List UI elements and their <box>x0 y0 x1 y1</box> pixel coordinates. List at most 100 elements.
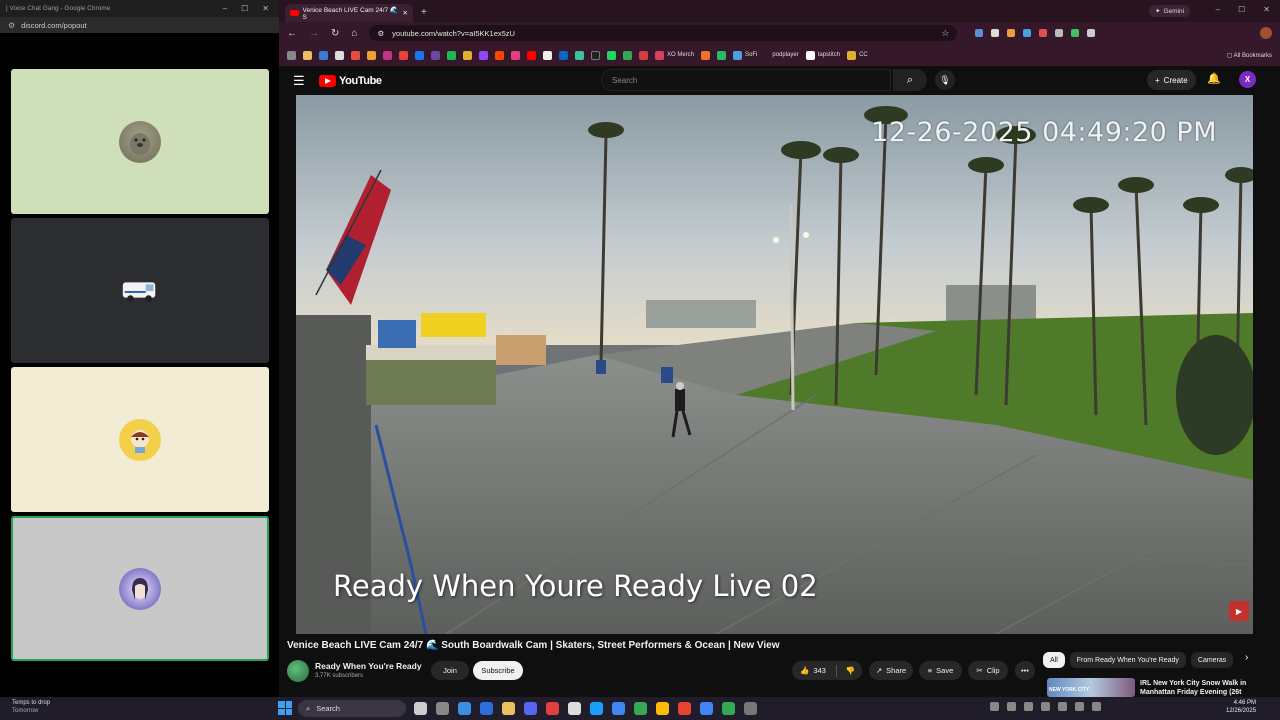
hamburger-menu-icon[interactable]: ☰ <box>293 73 315 89</box>
bookmark-icon[interactable] <box>717 50 727 60</box>
bookmark-icon[interactable] <box>495 50 504 60</box>
back-icon[interactable]: ← <box>287 28 297 39</box>
save-button[interactable]: ≡ Save <box>919 661 962 680</box>
chip-all[interactable]: All <box>1043 652 1065 668</box>
extension-icon[interactable] <box>1039 29 1048 37</box>
bookmark-icon[interactable] <box>511 50 520 60</box>
chrome-icon[interactable] <box>656 702 669 715</box>
volume-icon[interactable] <box>1075 702 1084 711</box>
recommended-video[interactable]: NEW YORK CITY IRL New York City Snow Wal… <box>1047 678 1269 697</box>
store-icon[interactable] <box>480 702 493 715</box>
chrome-icon[interactable] <box>722 702 735 715</box>
site-info-icon[interactable]: ⚙ <box>377 29 384 38</box>
chevron-up-icon[interactable] <box>990 702 999 711</box>
weather-widget[interactable]: Temps to drop Tomorrow <box>12 699 50 715</box>
join-button[interactable]: Join <box>431 661 469 680</box>
bookmark-icon[interactable] <box>607 50 616 60</box>
bookmark-icon[interactable] <box>367 50 376 60</box>
chrome-icon[interactable] <box>678 702 691 715</box>
edge-icon[interactable] <box>458 702 471 715</box>
recommended-thumbnail[interactable]: NEW YORK CITY <box>1047 678 1135 697</box>
home-icon[interactable]: ⌂ <box>351 28 357 39</box>
extension-icon[interactable] <box>1071 29 1080 37</box>
chip-cameras[interactable]: Cameras <box>1190 652 1234 668</box>
voice-tile[interactable] <box>11 218 269 363</box>
maximize-icon[interactable]: ☐ <box>1238 5 1245 14</box>
close-icon[interactable]: ✕ <box>1263 5 1270 14</box>
search-button[interactable]: ⌕ <box>893 69 927 91</box>
thumbs-down-icon[interactable]: 👎 <box>846 666 855 675</box>
chrome-icon[interactable] <box>634 702 647 715</box>
bookmark-icon[interactable] <box>559 50 568 60</box>
minimize-icon[interactable]: – <box>1216 5 1220 14</box>
folder-icon[interactable] <box>303 50 312 60</box>
battery-icon[interactable] <box>1092 702 1101 711</box>
bookmark-icon[interactable] <box>399 50 408 60</box>
taskbar-clock[interactable]: 4:46 PM 12/26/2025 <box>1226 699 1256 715</box>
voice-tile[interactable] <box>11 367 269 512</box>
video-player[interactable]: 12-26-2025 04:49:20 PM Ready When Youre … <box>296 95 1253 634</box>
tab-close-icon[interactable]: ✕ <box>403 9 408 17</box>
channel-watermark-icon[interactable]: ▶ <box>1229 601 1249 621</box>
close-icon[interactable]: ✕ <box>262 4 269 13</box>
bookmark-tapstitch[interactable]: tapstitch <box>805 50 840 60</box>
tray-icon[interactable] <box>1024 702 1033 711</box>
account-avatar[interactable]: X <box>1239 71 1256 88</box>
bookmark-icon[interactable] <box>383 50 392 60</box>
taskbar-search[interactable]: ⌕ Search <box>298 700 406 717</box>
extension-icon[interactable] <box>1055 29 1064 37</box>
channel-avatar[interactable] <box>287 660 309 682</box>
wifi-icon[interactable] <box>1058 702 1067 711</box>
notifications-bell-icon[interactable]: 🔔 <box>1207 72 1221 85</box>
extension-icon[interactable] <box>991 29 1000 37</box>
chrome-icon[interactable] <box>612 702 625 715</box>
forward-icon[interactable]: → <box>309 28 319 39</box>
bookmark-icon[interactable] <box>575 50 584 60</box>
more-actions-button[interactable]: ••• <box>1015 661 1035 680</box>
widgets-icon[interactable] <box>436 702 449 715</box>
address-bar[interactable]: ⚙ youtube.com/watch?v=aI5KK1ex5zU ☆ <box>369 25 958 41</box>
create-button[interactable]: + Create <box>1147 70 1196 90</box>
tray-icon[interactable] <box>1007 702 1016 711</box>
bookmark-icon[interactable] <box>351 50 360 60</box>
bookmark-icon[interactable] <box>639 50 648 60</box>
bookmark-star-icon[interactable]: ☆ <box>941 28 949 39</box>
bookmark-icon[interactable] <box>463 50 472 60</box>
bookmark-icon[interactable] <box>527 50 536 60</box>
app-icon[interactable] <box>568 702 581 715</box>
bookmark-icon[interactable] <box>623 50 632 60</box>
chevron-right-icon[interactable]: › <box>1245 652 1248 663</box>
bookmark-icon[interactable] <box>701 50 711 60</box>
extension-icon[interactable] <box>1087 29 1096 37</box>
voice-search-button[interactable]: 🎙 <box>935 70 955 90</box>
profile-avatar[interactable] <box>1260 27 1272 39</box>
new-tab-button[interactable]: + <box>421 7 427 18</box>
bookmark-podplayer[interactable]: podplayer <box>772 52 798 58</box>
reload-icon[interactable]: ↻ <box>331 28 339 39</box>
voice-tile-speaking[interactable] <box>11 516 269 661</box>
apps-icon[interactable] <box>287 50 296 60</box>
tray-icon[interactable] <box>1041 702 1050 711</box>
bookmark-icon[interactable] <box>415 50 424 60</box>
extension-icon[interactable] <box>1007 29 1016 37</box>
task-view-icon[interactable] <box>414 702 427 715</box>
bookmark-cc[interactable]: CC <box>847 50 868 60</box>
bookmark-icon[interactable] <box>591 50 600 60</box>
bookmark-icon[interactable] <box>431 50 440 60</box>
like-button[interactable]: 👍 343 👎 <box>792 661 862 680</box>
minimize-icon[interactable]: – <box>223 4 227 13</box>
steam-icon[interactable] <box>590 702 603 715</box>
bookmark-sofi[interactable]: SoFi <box>733 50 757 60</box>
bookmark-xo-merch[interactable]: XO Merch <box>655 50 694 60</box>
chrome-icon[interactable] <box>700 702 713 715</box>
app-icon[interactable] <box>744 702 757 715</box>
extension-icon[interactable] <box>1023 29 1032 37</box>
gemini-button[interactable]: ✦ Gemini <box>1149 5 1191 17</box>
tab-youtube[interactable]: Venice Beach LIVE Cam 24/7 🌊 S ✕ <box>285 4 413 22</box>
file-explorer-icon[interactable] <box>502 702 515 715</box>
clip-button[interactable]: ✂ Clip <box>968 661 1008 680</box>
all-bookmarks-button[interactable]: ▢ All Bookmarks <box>1227 52 1272 59</box>
extension-icon[interactable] <box>975 29 984 37</box>
bookmark-icon[interactable] <box>335 50 344 60</box>
search-input[interactable]: Search <box>601 69 891 91</box>
